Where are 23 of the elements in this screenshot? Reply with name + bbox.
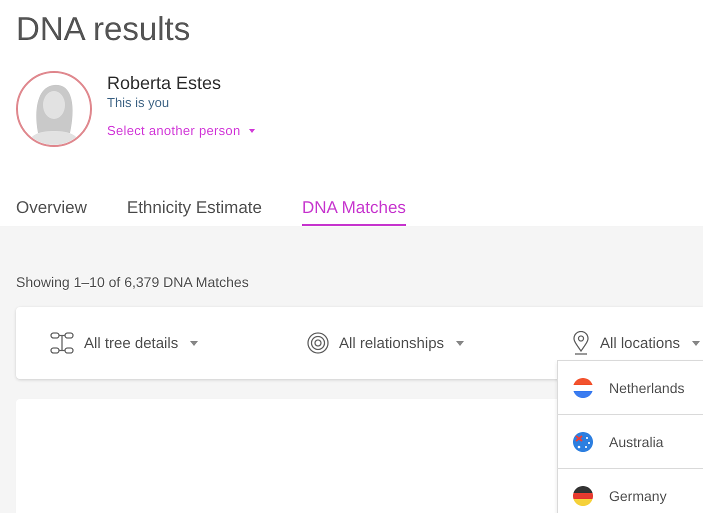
filter-dropdown[interactable]: All tree details — [50, 332, 307, 354]
caret-icon — [692, 340, 700, 346]
filter-dropdown[interactable]: All locations — [572, 331, 700, 355]
menu-item[interactable]: Germany — [558, 469, 703, 513]
flag-icon — [573, 486, 593, 506]
caret-icon — [190, 340, 198, 346]
tree-icon — [50, 332, 74, 354]
menu-item[interactable]: Australia — [558, 415, 703, 469]
caret-icon — [456, 340, 464, 346]
location-pin-icon — [572, 331, 590, 355]
person-name: Roberta Estes — [107, 73, 222, 94]
caret-icon — [248, 128, 254, 132]
page-title: DNA results — [16, 10, 192, 48]
target-icon — [307, 332, 329, 354]
flag-icon — [573, 378, 593, 398]
person-subtitle: This is you — [107, 95, 170, 110]
select-person-link[interactable]: Select another person — [107, 123, 254, 138]
filter-dropdown[interactable]: All relationships — [307, 332, 572, 354]
match-count: Showing 1–10 of 6,379 DNA Matches — [16, 274, 250, 290]
tab[interactable]: Overview — [16, 197, 87, 226]
flag-icon — [573, 432, 593, 452]
tab[interactable]: Ethnicity Estimate — [126, 197, 262, 226]
menu-item[interactable]: Netherlands — [558, 361, 703, 415]
